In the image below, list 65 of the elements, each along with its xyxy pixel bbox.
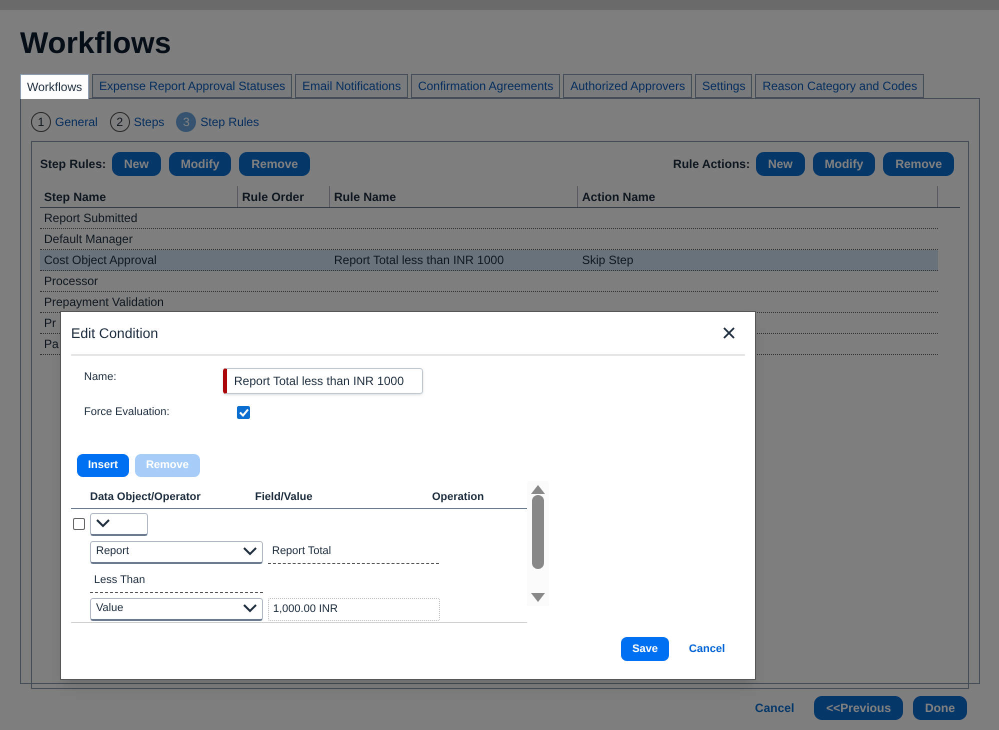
- action-button[interactable]: Remove: [239, 152, 310, 176]
- dialog-title: Edit Condition: [71, 324, 158, 342]
- action-button[interactable]: Remove: [883, 152, 954, 176]
- tab[interactable]: Authorized Approvers: [563, 74, 692, 98]
- dialog-button[interactable]: Insert: [77, 454, 129, 477]
- table-cell: Report Submitted: [44, 211, 138, 225]
- dropdown[interactable]: Value: [90, 598, 263, 620]
- column-header: Rule Name: [330, 186, 578, 207]
- page-title: Workflows: [20, 26, 172, 62]
- tab[interactable]: Confirmation Agreements: [410, 74, 560, 98]
- toolbar-label: Step Rules:: [40, 156, 106, 173]
- cancel-link[interactable]: Cancel: [688, 640, 725, 658]
- cancel-link[interactable]: Cancel: [754, 699, 794, 717]
- tab[interactable]: Expense Report Approval Statuses: [92, 74, 292, 98]
- dropdown[interactable]: Report: [90, 540, 263, 564]
- checkbox[interactable]: [237, 406, 250, 418]
- column-header: Data Object/Operator: [89, 490, 202, 506]
- step-number: 1: [31, 112, 51, 132]
- step-number: 2: [110, 112, 130, 132]
- tab[interactable]: Reason Category and Codes: [755, 74, 924, 98]
- arrow-down-icon[interactable]: [531, 593, 545, 602]
- toolbar-label: Rule Actions:: [673, 156, 750, 173]
- step-link[interactable]: General: [55, 113, 98, 131]
- column-header: Operation: [431, 490, 485, 506]
- column-header: Step Name: [40, 186, 238, 207]
- field-label: Name:: [83, 370, 118, 385]
- column-header: Action Name: [578, 186, 938, 207]
- table-cell: Report Total less than INR 1000: [334, 253, 504, 267]
- action-button[interactable]: Modify: [812, 152, 876, 176]
- table-row[interactable]: Cost Object Approval Report Total less than INR 1000 Skip Step: [40, 250, 938, 271]
- step-number: 3: [176, 112, 196, 132]
- step-link[interactable]: Steps: [134, 113, 164, 131]
- table-cell: Skip Step: [582, 253, 634, 267]
- action-button[interactable]: Modify: [168, 152, 232, 176]
- column-header: Field/Value: [254, 490, 314, 506]
- tab[interactable]: Workflows: [20, 74, 90, 99]
- arrow-up-icon[interactable]: [531, 485, 545, 494]
- chevron-down-icon: [96, 519, 110, 528]
- tab[interactable]: Settings: [695, 74, 752, 98]
- footer-button[interactable]: Done: [913, 696, 967, 720]
- action-button[interactable]: New: [112, 152, 161, 176]
- table-row[interactable]: Processor: [40, 271, 938, 292]
- step-link[interactable]: Step Rules: [200, 113, 260, 131]
- footer-button[interactable]: <<Previous: [814, 696, 903, 720]
- name-field[interactable]: Report Total less than INR 1000: [223, 368, 423, 394]
- field-label: Force Evaluation:: [83, 404, 171, 420]
- dropdown[interactable]: [90, 512, 148, 536]
- chevron-down-icon: [243, 604, 257, 613]
- table-cell: Processor: [44, 274, 98, 288]
- value-field[interactable]: 1,000.00 INR: [268, 598, 440, 620]
- save-button[interactable]: Save: [621, 637, 669, 661]
- column-header: Rule Order: [238, 186, 330, 207]
- close-button[interactable]: [723, 326, 737, 340]
- chevron-down-icon: [243, 547, 257, 556]
- checkbox[interactable]: [73, 518, 85, 530]
- tab[interactable]: Email Notifications: [295, 74, 408, 98]
- table-cell: Prepayment Validation: [44, 295, 164, 309]
- table-cell: Default Manager: [44, 232, 133, 246]
- table-cell: Pa: [44, 337, 59, 351]
- table-cell: Cost Object Approval: [44, 253, 157, 267]
- action-button[interactable]: New: [756, 152, 805, 176]
- operator-value[interactable]: Less Than: [90, 570, 263, 592]
- table-row[interactable]: Report Submitted: [40, 208, 938, 229]
- field-value[interactable]: Report Total: [268, 540, 439, 564]
- table-cell: Pr: [44, 316, 56, 330]
